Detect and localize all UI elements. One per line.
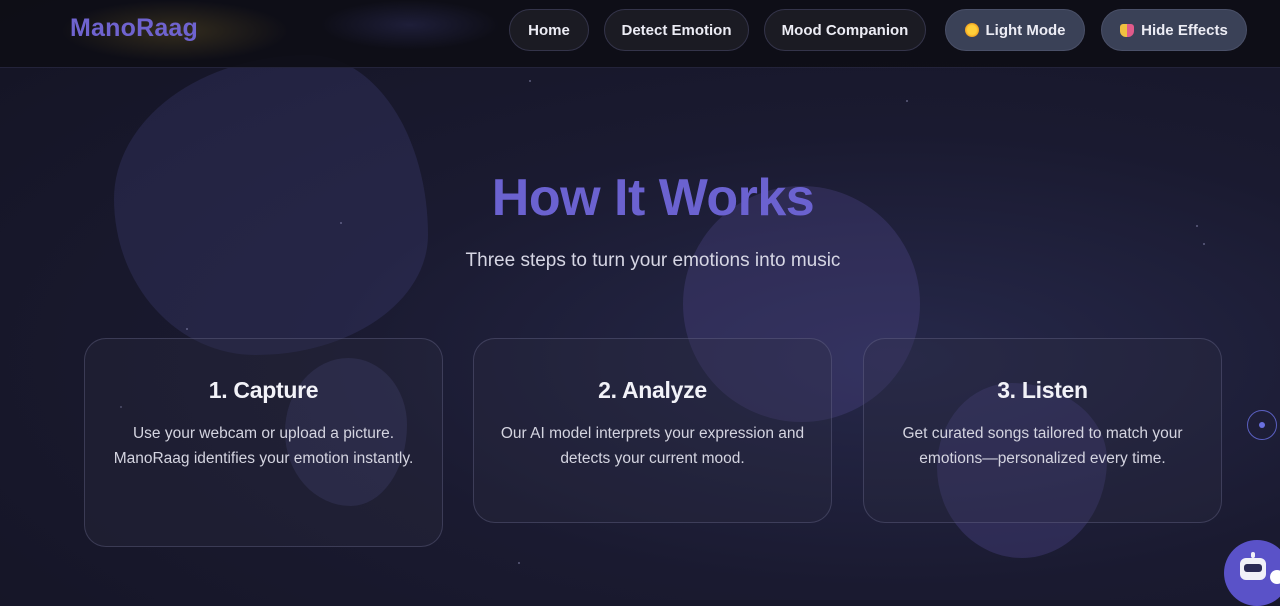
robot-icon <box>1240 552 1266 580</box>
light-mode-label: Light Mode <box>985 21 1066 39</box>
nav-mood-companion-button[interactable]: Mood Companion <box>764 9 926 51</box>
step-card-analyze: 2. Analyze Our AI model interprets your … <box>473 338 832 523</box>
nav-detect-label: Detect Emotion <box>621 21 732 39</box>
hide-effects-toggle[interactable]: Hide Effects <box>1101 9 1247 51</box>
step-title: 3. Listen <box>997 377 1088 403</box>
decor-star <box>186 328 188 330</box>
scroll-indicator-icon[interactable] <box>1247 410 1277 440</box>
decor-star <box>1203 243 1205 245</box>
step-card-capture: 1. Capture Use your webcam or upload a p… <box>84 338 443 547</box>
step-description: Our AI model interprets your expression … <box>500 425 805 467</box>
chat-badge <box>1270 570 1280 584</box>
hide-effects-label: Hide Effects <box>1141 21 1228 39</box>
nav-companion-label: Mood Companion <box>781 21 909 39</box>
section-subtitle: Three steps to turn your emotions into m… <box>465 250 841 271</box>
nav-glow <box>320 0 500 50</box>
sun-icon <box>964 23 979 37</box>
top-navbar: ManoRaag Home Detect Emotion Mood Compan… <box>0 0 1280 68</box>
light-mode-toggle[interactable]: Light Mode <box>945 9 1085 51</box>
section-title: How It Works <box>491 169 815 227</box>
step-title: 1. Capture <box>208 377 319 403</box>
nav-home-label: Home <box>528 21 570 39</box>
nav-detect-emotion-button[interactable]: Detect Emotion <box>604 9 749 51</box>
decor-star <box>906 100 908 102</box>
step-description: Use your webcam or upload a picture. Man… <box>113 425 414 467</box>
nav-home-button[interactable]: Home <box>509 9 589 51</box>
step-title: 2. Analyze <box>598 377 707 403</box>
step-description: Get curated songs tailored to match your… <box>902 425 1183 467</box>
decor-star <box>518 562 520 564</box>
decor-star <box>529 80 531 82</box>
step-card-listen: 3. Listen Get curated songs tailored to … <box>863 338 1222 523</box>
brand-logo[interactable]: ManoRaag <box>70 14 198 43</box>
theater-masks-icon <box>1120 23 1135 37</box>
